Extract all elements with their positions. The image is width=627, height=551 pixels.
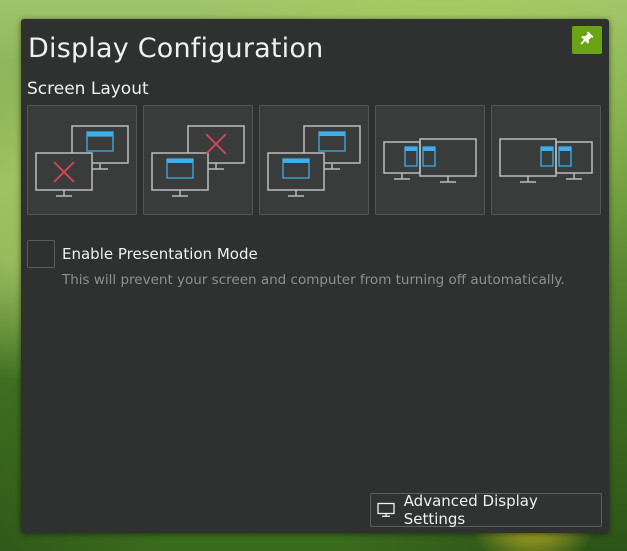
display-configuration-panel: Display Configuration Screen Layout Enab… xyxy=(21,19,609,533)
monitor-icon xyxy=(377,501,397,519)
presentation-mode-description: This will prevent your screen and comput… xyxy=(62,272,565,288)
presentation-mode-label[interactable]: Enable Presentation Mode xyxy=(62,245,258,263)
layout-external-only-button[interactable] xyxy=(27,105,137,215)
screen-layout-label: Screen Layout xyxy=(27,79,149,99)
advanced-display-settings-label: Advanced Display Settings xyxy=(403,492,538,528)
layout-extend-left-button[interactable] xyxy=(375,105,485,215)
panel-title: Display Configuration xyxy=(28,33,324,64)
advanced-display-settings-button[interactable]: Advanced Display Settings xyxy=(370,492,602,528)
layout-clone-button[interactable] xyxy=(259,105,369,215)
presentation-mode-checkbox[interactable] xyxy=(27,240,55,268)
layout-internal-only-button[interactable] xyxy=(143,105,253,215)
pin-button[interactable] xyxy=(572,26,602,54)
pin-icon xyxy=(579,30,595,50)
layout-extend-right-button[interactable] xyxy=(491,105,601,215)
